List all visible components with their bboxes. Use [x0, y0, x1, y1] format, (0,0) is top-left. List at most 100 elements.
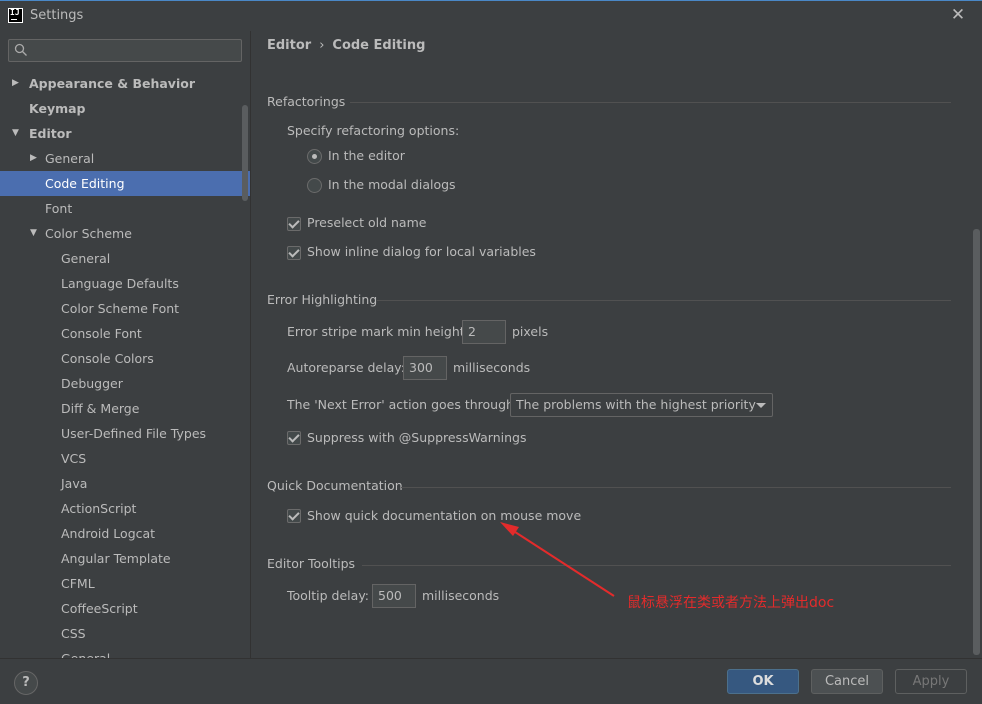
autoreparse-label: Autoreparse delay: [287, 360, 405, 375]
sidebar-item-label: User-Defined File Types [61, 426, 207, 441]
tooltip-delay-label: Tooltip delay: [287, 588, 370, 603]
content-scrollbar[interactable] [973, 229, 980, 655]
sidebar-item[interactable]: Angular Template [0, 546, 250, 571]
inline-dialog-checkbox[interactable] [287, 246, 301, 260]
sidebar-item[interactable]: Java [0, 471, 250, 496]
tooltip-delay-unit: milliseconds [422, 588, 500, 603]
sidebar-item[interactable]: CoffeeScript [0, 596, 250, 621]
sidebar-item[interactable]: Language Defaults [0, 271, 250, 296]
in-editor-label[interactable]: In the editor [328, 148, 405, 163]
sidebar-item[interactable]: VCS [0, 446, 250, 471]
sidebar-item[interactable]: General [0, 246, 250, 271]
tooltip-delay-input[interactable]: 500 [372, 584, 416, 608]
expand-right-icon[interactable]: ▶ [12, 71, 24, 96]
sidebar-item-label: Color Scheme Font [61, 301, 180, 316]
suppress-warnings-label[interactable]: Suppress with @SuppressWarnings [307, 430, 526, 445]
quick-doc-checkbox[interactable] [287, 509, 301, 523]
sidebar-item-label: CFML [61, 576, 95, 591]
sidebar-item-label: General [45, 151, 95, 166]
chevron-down-icon [756, 403, 766, 408]
help-button[interactable]: ? [14, 671, 38, 695]
sidebar-item-label: ActionScript [61, 501, 137, 516]
ok-button[interactable]: OK [727, 669, 799, 694]
sidebar-item[interactable]: General [0, 646, 250, 658]
sidebar-item-label: Debugger [61, 376, 123, 391]
search-input[interactable] [8, 39, 242, 62]
search-icon [14, 43, 27, 56]
autoreparse-input[interactable]: 300 [403, 356, 447, 380]
preselect-old-name-checkbox[interactable] [287, 217, 301, 231]
refactoring-options-label: Specify refactoring options: [287, 123, 460, 138]
next-error-value: The problems with the highest priority [516, 397, 756, 412]
refactorings-section-title: Refactorings [267, 94, 346, 109]
sidebar-item-label: Diff & Merge [61, 401, 140, 416]
title-bar: IJ Settings ✕ [0, 0, 982, 31]
sidebar-item[interactable]: Keymap [0, 96, 250, 121]
quick-doc-label[interactable]: Show quick documentation on mouse move [307, 508, 581, 523]
stripe-height-label: Error stripe mark min height: [287, 324, 469, 339]
sidebar-item[interactable]: CFML [0, 571, 250, 596]
sidebar-item-label: VCS [61, 451, 87, 466]
sidebar-item-label: General [61, 251, 111, 266]
sidebar-item-label: CSS [61, 626, 86, 641]
sidebar-item-label: Font [45, 201, 73, 216]
apply-button[interactable]: Apply [895, 669, 967, 694]
section-divider [350, 102, 951, 103]
sidebar-item[interactable]: Android Logcat [0, 521, 250, 546]
preselect-old-name-label[interactable]: Preselect old name [307, 215, 426, 230]
sidebar-item-label: Appearance & Behavior [29, 76, 195, 91]
sidebar-item[interactable]: CSS [0, 621, 250, 646]
modal-dialogs-radio[interactable] [307, 178, 322, 193]
cancel-button[interactable]: Cancel [811, 669, 883, 694]
expand-down-icon[interactable]: ▼ [30, 221, 42, 246]
settings-tree: ▶ Appearance & Behavior Keymap ▼ Editor ▶ Gene… [0, 71, 250, 658]
sidebar-item[interactable]: ▶ General [0, 146, 250, 171]
breadcrumb-editor[interactable]: Editor [267, 38, 311, 53]
modal-dialogs-label[interactable]: In the modal dialogs [328, 177, 456, 192]
dialog-footer: ? OK Cancel Apply [0, 658, 982, 704]
sidebar-item[interactable]: Debugger [0, 371, 250, 396]
sidebar-item[interactable]: User-Defined File Types [0, 421, 250, 446]
next-error-dropdown[interactable]: The problems with the highest priority [510, 393, 773, 417]
suppress-warnings-checkbox[interactable] [287, 431, 301, 445]
autoreparse-unit: milliseconds [453, 360, 531, 375]
sidebar-item-label: Angular Template [61, 551, 171, 566]
sidebar-item[interactable]: ▼ Color Scheme [0, 221, 250, 246]
sidebar-item[interactable]: Console Colors [0, 346, 250, 371]
sidebar-item[interactable]: ▼ Editor [0, 121, 250, 146]
stripe-height-input[interactable]: 2 [462, 320, 506, 344]
in-editor-radio[interactable] [307, 149, 322, 164]
expand-right-icon[interactable]: ▶ [30, 146, 42, 171]
sidebar-item-label: General [61, 646, 110, 658]
sidebar-item-label: Code Editing [45, 176, 125, 191]
quick-documentation-section-title: Quick Documentation [267, 478, 403, 493]
sidebar-item[interactable]: Font [0, 196, 250, 221]
breadcrumb: Editor › Code Editing [267, 38, 425, 53]
sidebar-item[interactable]: ▶ Appearance & Behavior [0, 71, 250, 96]
sidebar-item-label: Console Font [61, 326, 142, 341]
sidebar-item[interactable]: Color Scheme Font [0, 296, 250, 321]
section-divider [401, 487, 951, 488]
close-icon[interactable]: ✕ [949, 6, 967, 24]
sidebar-item-label: Keymap [29, 101, 86, 116]
next-error-label: The 'Next Error' action goes through: [287, 397, 519, 412]
settings-sidebar: ▶ Appearance & Behavior Keymap ▼ Editor ▶ Gene… [0, 31, 250, 658]
inline-dialog-label[interactable]: Show inline dialog for local variables [307, 244, 536, 259]
error-highlighting-section-title: Error Highlighting [267, 292, 378, 307]
expand-down-icon[interactable]: ▼ [12, 121, 24, 146]
sidebar-scrollbar[interactable] [242, 105, 248, 201]
sidebar-item[interactable]: Code Editing [0, 171, 250, 196]
sidebar-item-label: Language Defaults [61, 276, 179, 291]
sidebar-item-label: Android Logcat [61, 526, 156, 541]
sidebar-item-label: CoffeeScript [61, 601, 138, 616]
annotation-text: 鼠标悬浮在类或者方法上弹出doc [627, 595, 835, 611]
breadcrumb-separator: › [319, 38, 325, 53]
editor-tooltips-section-title: Editor Tooltips [267, 556, 356, 571]
intellij-logo-icon: IJ [8, 8, 23, 23]
window-title: Settings [30, 8, 84, 23]
sidebar-item-label: Editor [29, 126, 72, 141]
section-divider [377, 300, 951, 301]
sidebar-item[interactable]: ActionScript [0, 496, 250, 521]
sidebar-item[interactable]: Console Font [0, 321, 250, 346]
sidebar-item[interactable]: Diff & Merge [0, 396, 250, 421]
